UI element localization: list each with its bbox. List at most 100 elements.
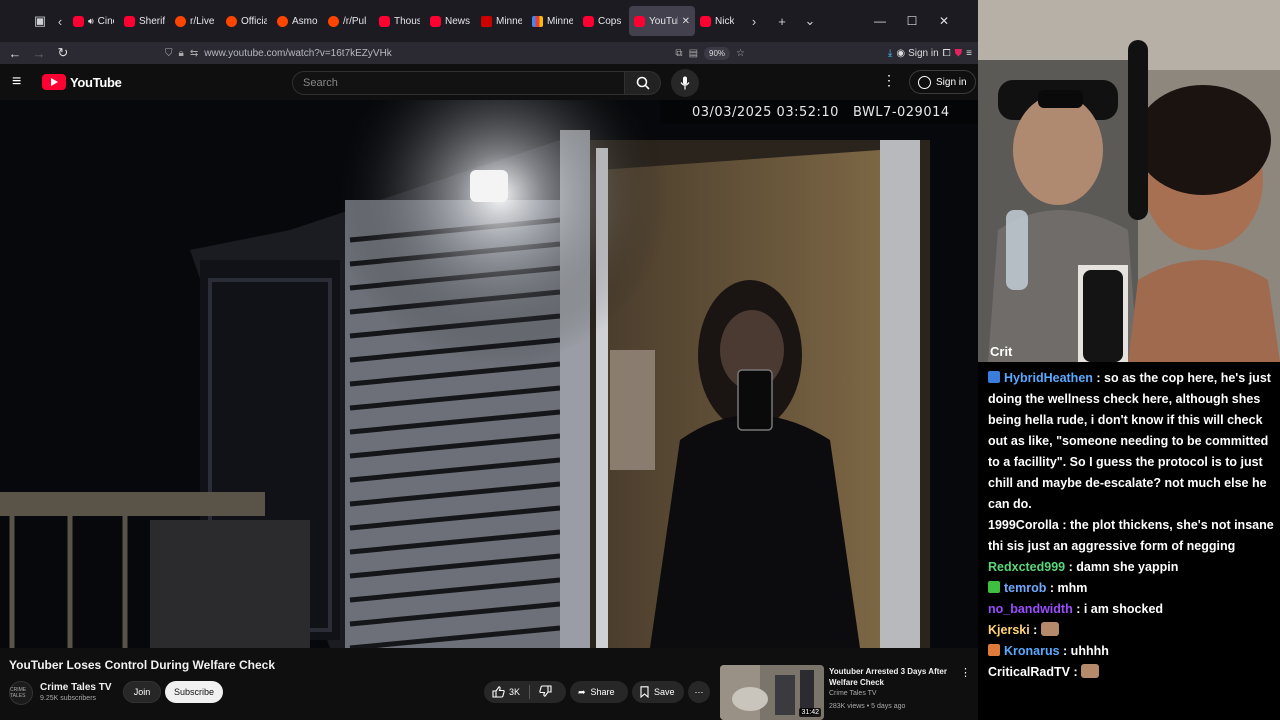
chat-username[interactable]: Redxcted999: [988, 560, 1065, 574]
video-player[interactable]: 03/03/2025 03:52:10 BWL7-029014: [0, 100, 978, 648]
chat-text: : i am shocked: [1072, 602, 1164, 616]
account-signin-button[interactable]: ◉ Sign in: [896, 48, 938, 59]
recommended-meta: 283K views • 5 days ago: [829, 703, 906, 710]
tab-4[interactable]: Asmo: [272, 6, 323, 36]
youtube-logo[interactable]: YouTube: [42, 74, 122, 90]
tab-label: Nick: [715, 15, 735, 27]
url-text[interactable]: www.youtube.com/watch?v=16t7kEZyVHk: [204, 48, 392, 59]
tab-1[interactable]: Sherif: [119, 6, 170, 36]
youtube-icon: [583, 15, 594, 27]
tab-3[interactable]: Officia: [221, 6, 272, 36]
tab-label: Cops: [598, 15, 622, 27]
tab-label: News: [445, 15, 471, 27]
back-icon[interactable]: ←: [3, 42, 27, 64]
tab-2[interactable]: r/Live: [170, 6, 221, 36]
chat-username[interactable]: temrob: [1004, 581, 1046, 595]
like-button[interactable]: 3K: [492, 686, 520, 698]
join-button[interactable]: Join: [123, 681, 161, 703]
chat-username[interactable]: no_bandwidth: [988, 602, 1073, 616]
new-tab-icon[interactable]: +: [770, 9, 794, 33]
forward-icon[interactable]: →: [27, 42, 51, 64]
chat-message: temrob : mhm: [988, 578, 1280, 599]
picture-in-picture-icon[interactable]: ⧉: [675, 48, 682, 59]
tab-0[interactable]: 🔊︎Cinem: [68, 6, 119, 36]
tab-label: Minne: [496, 15, 522, 27]
chat-message: HybridHeathen : so as the cop here, he's…: [988, 368, 1280, 515]
lock-icon[interactable]: 🔒︎: [179, 48, 184, 59]
toolbar-right: ⤓ ◉ Sign in ⧠ ⛊ ≡: [888, 48, 978, 59]
chat-text: : damn she yappin: [1065, 560, 1179, 574]
tab-10[interactable]: Cops: [578, 6, 629, 36]
url-bar[interactable]: ⛉ 🔒︎ ⇆ www.youtube.com/watch?v=16t7kEZyV…: [165, 43, 745, 63]
ublock-icon[interactable]: ⛊: [955, 48, 963, 59]
subscribe-button[interactable]: Subscribe: [165, 681, 223, 703]
maximize-icon[interactable]: ☐: [896, 0, 928, 42]
chat-username[interactable]: Kronarus: [1004, 644, 1060, 658]
chat-username[interactable]: Kjerski: [988, 623, 1030, 637]
youtube-icon: [700, 15, 711, 27]
account-icon: ◉: [896, 47, 906, 59]
reddit-icon: [328, 15, 339, 27]
youtube-icon: [430, 15, 441, 27]
recommended-title[interactable]: Youtuber Arrested 3 Days After Welfare C…: [829, 666, 954, 688]
tab-strip: ▣ ‹ 🔊︎Cinem Sherif r/Live Officia Asmo/r/Pul…: [0, 0, 978, 42]
tab-list-icon[interactable]: ▣: [28, 9, 52, 33]
tab-11[interactable]: YouTub ✕: [629, 6, 695, 36]
zoom-level[interactable]: 90%: [704, 46, 731, 60]
tab-6[interactable]: Thous: [374, 6, 425, 36]
stream-overlay: Crit HybridHeathen : so as the cop here,…: [978, 0, 1280, 720]
youtube-icon: [379, 15, 390, 27]
reddit-icon: [277, 15, 288, 27]
hamburger-menu-icon[interactable]: ≡: [12, 73, 21, 91]
channel-name[interactable]: Crime Tales TV: [40, 682, 112, 693]
settings-kebab-icon[interactable]: ⋮: [882, 72, 896, 89]
chat-message: CriticalRadTV :: [988, 662, 1280, 683]
app-menu-icon[interactable]: ≡: [966, 48, 972, 59]
tab-9[interactable]: Minne: [527, 6, 578, 36]
downloads-icon[interactable]: ⤓: [888, 48, 892, 59]
recommended-duration: 31:42: [799, 708, 821, 717]
more-actions-button[interactable]: ⋯: [688, 681, 710, 703]
chat-username[interactable]: CriticalRadTV: [988, 665, 1070, 679]
extensions-icon[interactable]: ⧠: [943, 48, 951, 59]
like-dislike-group: 3K: [484, 681, 566, 703]
recommended-kebab-icon[interactable]: ⋮: [960, 666, 971, 679]
tab-label: Cinem: [97, 15, 114, 27]
save-button[interactable]: Save: [632, 681, 684, 703]
channel-avatar[interactable]: CRIME TALES: [9, 681, 33, 705]
recommended-thumbnail[interactable]: 31:42: [720, 665, 824, 720]
share-button[interactable]: ➦ Share: [570, 681, 628, 703]
tab-5[interactable]: /r/Pul: [323, 6, 374, 36]
bookmark-star-icon[interactable]: ☆: [736, 48, 745, 59]
tab-7[interactable]: News: [425, 6, 476, 36]
permissions-icon[interactable]: ⇆: [190, 48, 198, 59]
chat-username[interactable]: HybridHeathen: [1004, 371, 1093, 385]
search-input[interactable]: [292, 71, 625, 95]
youtube-icon: [634, 15, 645, 27]
chat-badge-icon: [988, 581, 1000, 593]
tab-audio-icon[interactable]: 🔊︎: [88, 16, 94, 27]
scroll-tabs-left-icon[interactable]: ‹: [52, 9, 68, 33]
tab-8[interactable]: Minne: [476, 6, 527, 36]
list-all-tabs-icon[interactable]: ⌄: [798, 9, 822, 33]
recommended-channel[interactable]: Crime Tales TV: [829, 690, 877, 697]
dislike-button[interactable]: [539, 685, 552, 699]
tab-12[interactable]: Nick: [695, 6, 746, 36]
voice-search-button[interactable]: [671, 69, 699, 97]
more-horizontal-icon: ⋯: [694, 686, 704, 697]
youtube-signin-button[interactable]: Sign in: [909, 70, 976, 94]
reader-view-icon[interactable]: ▤: [689, 48, 698, 59]
tracking-protection-icon[interactable]: ⛉: [165, 48, 173, 59]
close-window-icon[interactable]: ✕: [928, 0, 960, 42]
close-tab-icon[interactable]: ✕: [682, 16, 690, 27]
youtube-signin-label: Sign in: [936, 76, 967, 88]
minimize-icon[interactable]: —: [864, 0, 896, 42]
search-button[interactable]: [625, 71, 661, 95]
scroll-tabs-right-icon[interactable]: ›: [746, 9, 762, 33]
tabs: 🔊︎Cinem Sherif r/Live Officia Asmo/r/Pul Thou…: [68, 6, 746, 36]
chat-username[interactable]: 1999Corolla: [988, 518, 1059, 532]
video-info: YouTuber Loses Control During Welfare Ch…: [0, 648, 978, 720]
chat-emote-icon: [1081, 664, 1100, 678]
search-icon: [636, 76, 650, 90]
reload-icon[interactable]: ↻: [51, 42, 75, 64]
